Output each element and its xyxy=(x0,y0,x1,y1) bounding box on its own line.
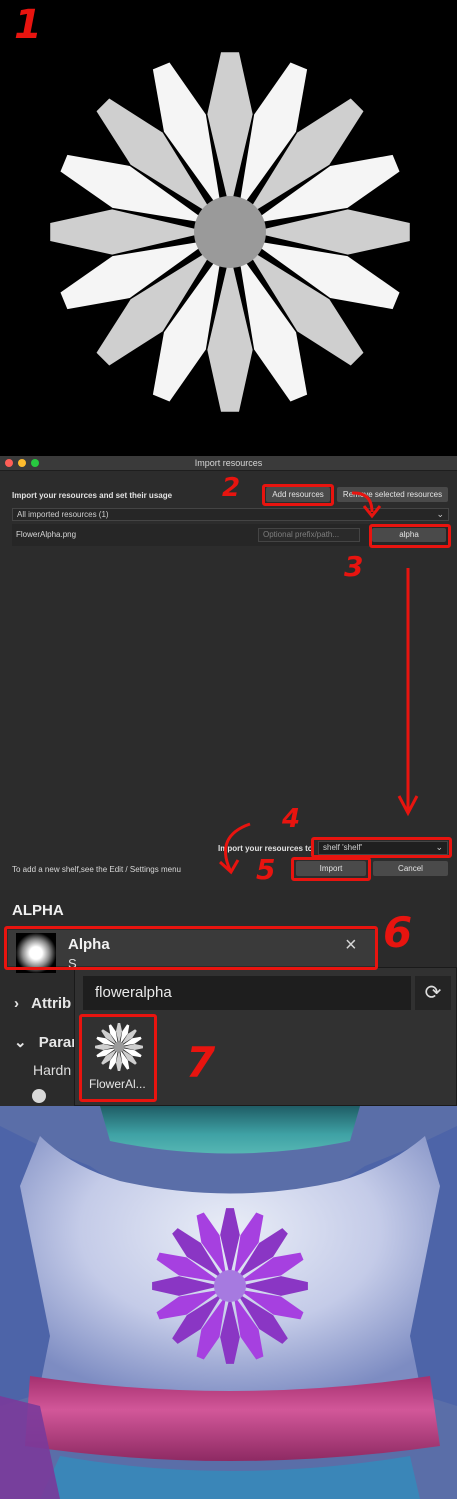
annotation-step-4: 4 xyxy=(282,804,301,834)
highlight-add-resources xyxy=(262,484,334,506)
highlight-alpha-slot xyxy=(4,926,378,970)
hardness-label: Hardn xyxy=(33,1062,72,1078)
import-resources-dialog: Import resources Import your resources a… xyxy=(0,456,457,890)
annotation-step-3: 3 xyxy=(344,550,364,583)
annotation-step-2: 2 xyxy=(222,473,241,503)
highlight-usage-dropdown xyxy=(369,524,451,548)
annotation-step-7: 7 xyxy=(186,1038,216,1087)
annotation-step-1: 1 xyxy=(14,2,42,48)
flower-center xyxy=(214,1270,246,1302)
alpha-panel: ALPHA Alpha S × › Attrib ⌄ Paran Hardn f… xyxy=(0,890,457,1106)
alpha-section-title: ALPHA xyxy=(12,902,64,919)
highlight-search-result xyxy=(79,1014,157,1102)
resource-search-input[interactable]: floweralpha xyxy=(83,976,411,1010)
parameters-section[interactable]: ⌄ Paran xyxy=(14,1033,80,1051)
search-value: floweralpha xyxy=(95,984,172,1001)
annotation-step-5: 5 xyxy=(256,853,276,886)
annotation-overlay xyxy=(218,491,419,875)
flower-image xyxy=(50,52,410,412)
model-render xyxy=(0,1106,457,1499)
chevron-right-icon: › xyxy=(14,995,19,1012)
flower-alpha-preview: 1 xyxy=(0,0,457,456)
hardness-slider-handle[interactable] xyxy=(32,1089,46,1103)
chevron-down-icon: ⌄ xyxy=(14,1034,27,1051)
annotation-step-6: 6 xyxy=(383,908,413,957)
refresh-icon[interactable]: ⟳ xyxy=(415,976,451,1010)
attributes-section[interactable]: › Attrib xyxy=(14,995,71,1012)
highlight-shelf-select xyxy=(311,837,452,858)
highlight-import-button xyxy=(291,857,371,881)
model-viewport xyxy=(0,1106,457,1499)
attributes-label: Attrib xyxy=(31,995,72,1012)
flower-center xyxy=(194,196,266,268)
